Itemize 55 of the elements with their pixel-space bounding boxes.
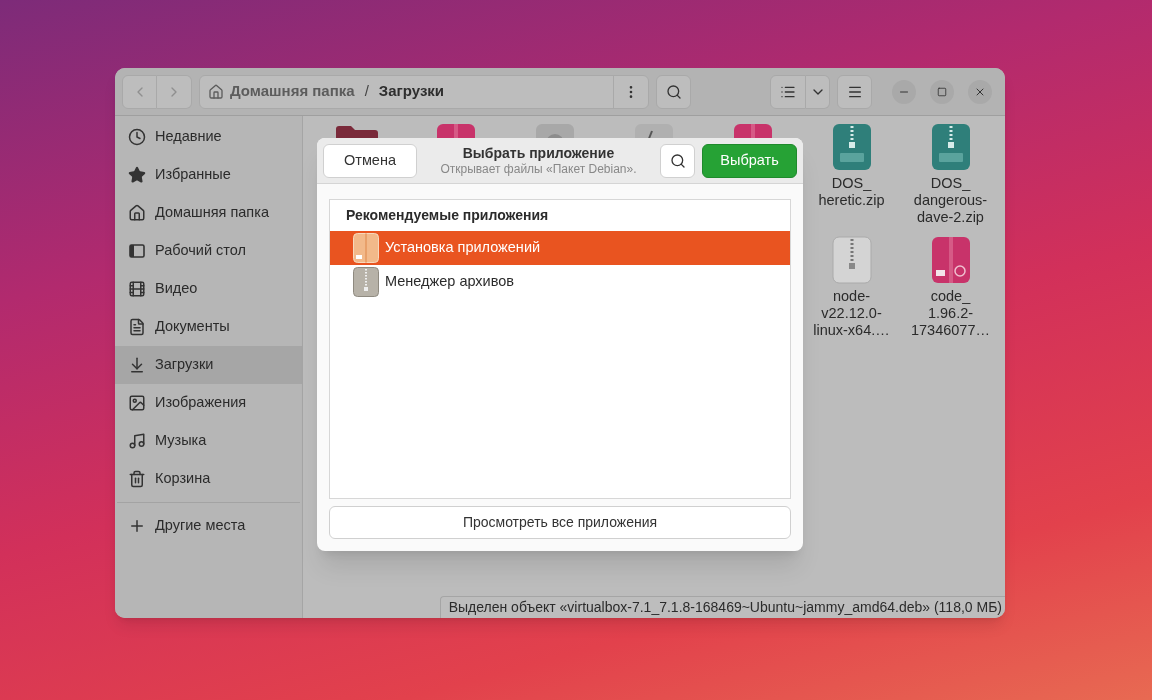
sidebar-item[interactable]: Документы [115, 308, 302, 346]
close-button[interactable] [968, 79, 992, 104]
section-heading: Рекомендуемые приложения [345, 206, 550, 225]
sidebar-item[interactable]: Недавние [115, 118, 302, 156]
package-icon [930, 236, 971, 284]
minimize-button[interactable] [892, 79, 916, 104]
sidebar-item[interactable]: Рабочий стол [115, 232, 302, 270]
package-icon [353, 233, 379, 263]
view-all-apps-button[interactable]: Просмотреть все приложения [329, 506, 791, 539]
app-list-item[interactable]: Установка приложений [330, 231, 790, 265]
search-icon [665, 83, 682, 100]
search-icon [669, 152, 686, 169]
music-icon [128, 432, 146, 450]
view-options-button[interactable] [806, 74, 830, 109]
search-button[interactable] [656, 74, 691, 109]
image-icon [128, 394, 146, 412]
dialog-subtitle: Открывает файлы «Пакет Debian». [440, 161, 637, 177]
menu-button[interactable] [837, 74, 872, 109]
zip-archive-icon [831, 123, 872, 171]
sidebar-item[interactable]: Корзина [115, 460, 302, 498]
file-name: code_ 1.96.2- 17346077… [911, 288, 990, 339]
desktop-icon [128, 242, 146, 260]
path-segment[interactable]: Домашняя папка [208, 80, 355, 103]
zip-archive-icon [831, 236, 872, 284]
maximize-icon [937, 86, 947, 97]
list-view-button[interactable] [770, 74, 806, 109]
sidebar-item[interactable]: Домашняя папка [115, 194, 302, 232]
sidebar-item[interactable]: Избранные [115, 156, 302, 194]
search-button[interactable] [660, 143, 695, 178]
dialog-title: Выбрать приложение [462, 144, 615, 162]
zip-archive-icon [353, 267, 379, 297]
cancel-button[interactable]: Отмена [323, 143, 417, 178]
maximize-button[interactable] [930, 79, 954, 104]
plus-icon [128, 517, 146, 535]
document-icon [128, 318, 146, 336]
sidebar-item[interactable]: Музыка [115, 422, 302, 460]
star-icon [128, 166, 146, 184]
path-segment[interactable]: Загрузки [378, 80, 445, 103]
home-icon [208, 83, 224, 100]
sidebar-item[interactable]: Видео [115, 270, 302, 308]
film-icon [128, 280, 146, 298]
clock-icon [128, 128, 146, 146]
sidebar-item[interactable]: Другие места [115, 507, 302, 545]
sidebar-item[interactable]: Изображения [115, 384, 302, 422]
download-icon [128, 356, 146, 374]
app-list-item[interactable]: Менеджер архивов [330, 265, 790, 299]
trash-icon [128, 470, 146, 488]
zip-archive-icon [930, 123, 971, 171]
file-name: DOS_ dangerous- dave-2.zip [913, 175, 988, 226]
path-separator: / [364, 81, 369, 102]
file-name: DOS_ heretic.zip [818, 175, 885, 209]
status-bar: Выделен объект «virtualbox-7.1_7.1.8-168469~Ubuntu~jammy_amd64.deb» (118,0 МБ) [439, 596, 1005, 618]
sidebar-item[interactable]: Загрузки [115, 346, 302, 384]
file-name: node- v22.12.0- linux-x64.… [813, 288, 890, 339]
home-icon [128, 204, 146, 222]
